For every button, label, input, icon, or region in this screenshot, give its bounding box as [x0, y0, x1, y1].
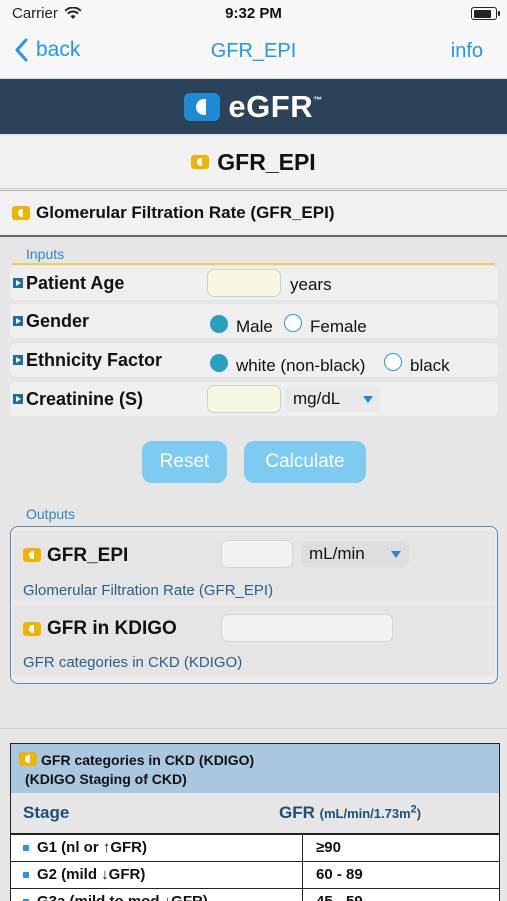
section-title: Glomerular Filtration Rate (GFR_EPI): [36, 203, 335, 222]
table-row: G1 (nl or ↑GFR) ≥90: [11, 835, 499, 862]
creatinine-row: Creatinine (S) mg/dL: [10, 382, 498, 416]
navigation-bar: back GFR_EPI info: [0, 28, 507, 79]
calculator-logo-icon: [191, 155, 210, 169]
gfr-cell: 60 - 89: [316, 866, 363, 883]
gender-row: Gender Male Female: [10, 304, 498, 338]
brand-name: eGFR™: [228, 88, 323, 124]
calculator-logo-icon: [12, 206, 30, 220]
black-radio[interactable]: [384, 353, 402, 371]
black-label: black: [410, 356, 450, 375]
info-button[interactable]: info: [451, 40, 483, 63]
row-arrow-icon: [13, 355, 23, 365]
chevron-down-icon: [391, 551, 401, 558]
ethnicity-label: Ethnicity Factor: [26, 350, 163, 370]
outputs-label: Outputs: [26, 506, 76, 522]
calculate-button[interactable]: Calculate: [244, 441, 366, 483]
row-arrow-icon: [13, 278, 23, 288]
calculator-logo-icon: [19, 752, 37, 766]
back-button[interactable]: back: [14, 38, 80, 62]
ethnicity-row: Ethnicity Factor white (non-black) black: [10, 343, 498, 377]
outputs-panel: GFR_EPI mL/min Glomerular Filtration Rat…: [10, 526, 498, 684]
battery-icon: [471, 7, 500, 20]
chevron-left-icon: [15, 38, 28, 62]
creatinine-unit-dropdown[interactable]: mg/dL: [285, 386, 381, 412]
creatinine-label: Creatinine (S): [26, 389, 144, 409]
female-label: Female: [310, 317, 367, 336]
row-arrow-icon: [13, 394, 23, 404]
white-radio[interactable]: [210, 354, 228, 372]
inputs-label: Inputs: [26, 246, 65, 262]
kdigo-table-subtitle: (KDIGO Staging of CKD): [25, 771, 187, 787]
page-title-bar: GFR_EPI: [0, 136, 507, 189]
gfr-unit-value: mL/min: [309, 544, 365, 563]
gender-label: Gender: [26, 311, 90, 331]
male-label: Male: [236, 317, 273, 336]
bullet-icon: [23, 845, 29, 851]
white-label: white (non-black): [236, 356, 366, 375]
bullet-icon: [23, 872, 29, 878]
reset-button[interactable]: Reset: [142, 441, 227, 483]
calculator-logo-icon: [23, 548, 41, 562]
age-label: Patient Age: [26, 273, 125, 293]
age-input[interactable]: [207, 269, 281, 297]
gfr-epi-description: Glomerular Filtration Rate (GFR_EPI): [23, 582, 274, 599]
stage-cell: G1 (nl or ↑GFR): [37, 839, 147, 856]
male-radio[interactable]: [210, 315, 228, 333]
nav-title: GFR_EPI: [210, 40, 297, 62]
gfr-cell: ≥90: [316, 839, 341, 856]
table-row: G3a (mild to mod ↓GFR) 45 - 59: [11, 889, 499, 901]
inputs-divider: [12, 263, 495, 265]
page-title: GFR_EPI: [217, 148, 316, 175]
calculator-logo-icon: [23, 622, 41, 636]
creatinine-unit-value: mg/dL: [293, 389, 341, 408]
creatinine-input[interactable]: [207, 385, 281, 413]
status-time: 9:32 PM: [225, 5, 282, 22]
stage-column-header: Stage: [23, 803, 70, 822]
gfr-unit-dropdown[interactable]: mL/min: [301, 541, 409, 567]
age-unit: years: [290, 275, 332, 294]
gfr-epi-output-field: [221, 540, 293, 568]
divider: [0, 728, 507, 729]
kdigo-column-headers: Stage GFR (mL/min/1.73m2): [11, 793, 499, 835]
kdigo-output-row: GFR in KDIGO GFR categories in CKD (KDIG…: [13, 605, 495, 675]
brand-header: eGFR™: [0, 79, 507, 134]
gfr-epi-output-row: GFR_EPI mL/min Glomerular Filtration Rat…: [13, 531, 495, 601]
kdigo-output-label: GFR in KDIGO: [47, 618, 177, 639]
kdigo-table-header: GFR categories in CKD (KDIGO) (KDIGO Sta…: [11, 744, 499, 793]
row-arrow-icon: [13, 316, 23, 326]
back-label: back: [36, 38, 81, 61]
gfr-column-header: GFR (mL/min/1.73m2): [279, 803, 422, 822]
section-header: Glomerular Filtration Rate (GFR_EPI): [0, 190, 507, 237]
kdigo-table: GFR categories in CKD (KDIGO) (KDIGO Sta…: [10, 743, 500, 901]
egfr-logo-icon: [184, 92, 221, 121]
status-bar: Carrier 9:32 PM: [0, 0, 507, 28]
kdigo-output-field: [221, 614, 393, 642]
gfr-epi-output-label: GFR_EPI: [47, 545, 129, 566]
stage-cell: G2 (mild ↓GFR): [37, 866, 146, 883]
female-radio[interactable]: [284, 314, 302, 332]
age-row: Patient Age years: [10, 266, 498, 300]
kdigo-description: GFR categories in CKD (KDIGO): [23, 654, 243, 671]
table-row: G2 (mild ↓GFR) 60 - 89: [11, 862, 499, 889]
kdigo-table-title: GFR categories in CKD (KDIGO): [41, 752, 255, 768]
chevron-down-icon: [363, 396, 373, 403]
